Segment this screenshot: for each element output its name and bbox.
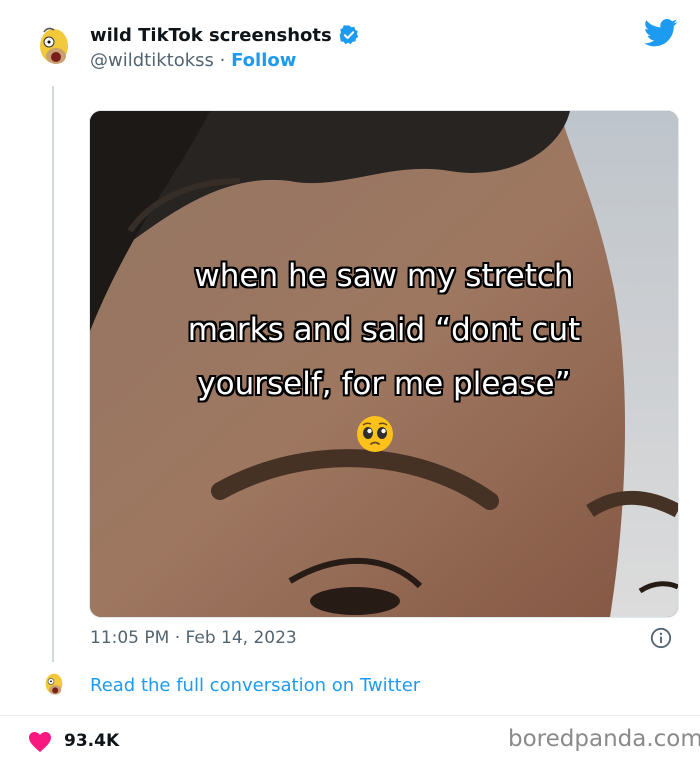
verified-badge-icon (339, 25, 358, 45)
account-handle[interactable]: @wildtiktokss (90, 50, 214, 71)
thread-connector-line (52, 86, 54, 662)
account-name-row: wild TikTok screenshots (90, 24, 360, 46)
small-avatar[interactable] (42, 670, 66, 700)
twitter-bird-icon[interactable] (644, 18, 678, 48)
read-full-conversation-link[interactable]: Read the full conversation on Twitter (90, 675, 420, 696)
display-name[interactable]: wild TikTok screenshots (90, 25, 332, 46)
profile-avatar[interactable] (34, 24, 74, 72)
heart-icon[interactable] (28, 731, 52, 753)
info-icon[interactable] (650, 627, 672, 649)
handle-separator: · (219, 50, 226, 71)
media-caption-text: when he saw my stretch marks and said “d… (90, 249, 678, 411)
caption-line-2: marks and said “dont cut (187, 312, 581, 348)
pleading-face-emoji-icon (357, 416, 393, 452)
tweet-media-image[interactable]: when he saw my stretch marks and said “d… (89, 110, 679, 618)
boredpanda-watermark: boredpanda.com (508, 726, 700, 752)
handle-row: @wildtiktokss · Follow (90, 50, 296, 71)
caption-line-3: yourself, for me please” (197, 366, 571, 402)
tweet-timestamp[interactable]: 11:05 PM · Feb 14, 2023 (90, 628, 297, 648)
follow-button[interactable]: Follow (231, 50, 296, 71)
caption-line-1: when he saw my stretch (194, 258, 574, 294)
footer-divider (0, 715, 700, 716)
like-count: 93.4K (64, 731, 120, 751)
